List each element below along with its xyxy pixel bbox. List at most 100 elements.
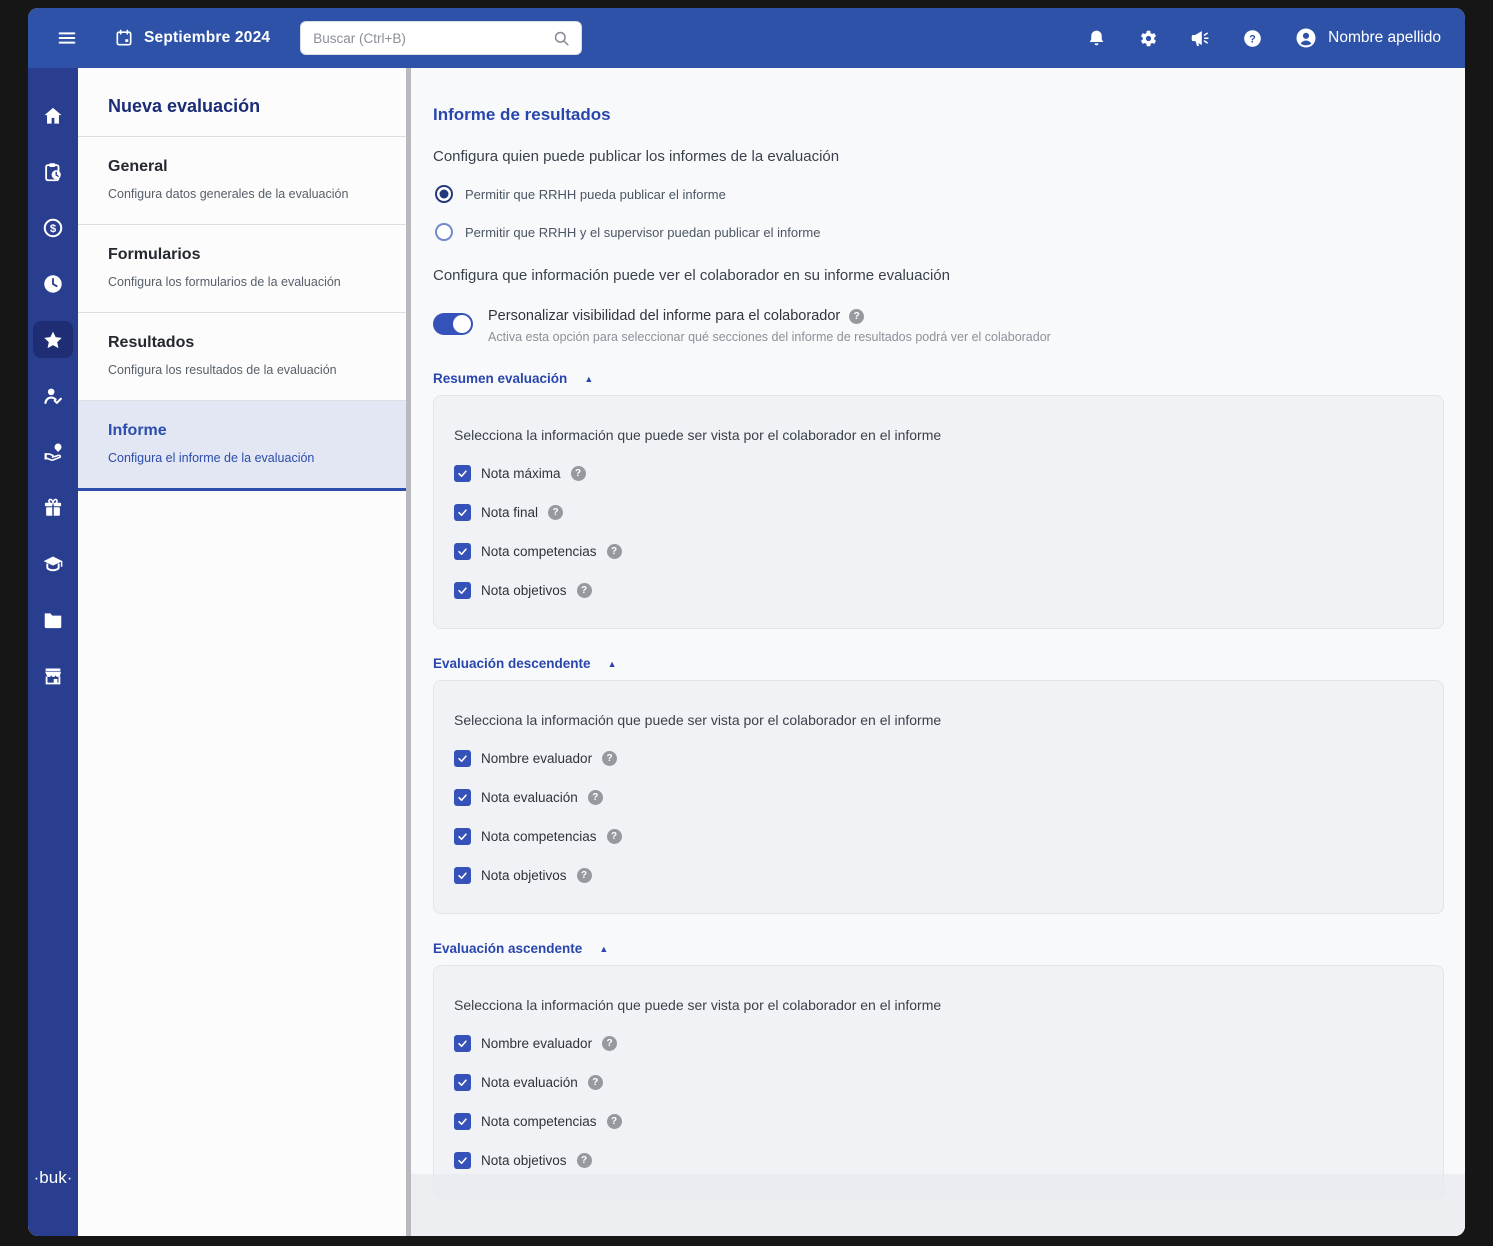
sidebar-item-folder[interactable] (33, 601, 73, 638)
help-icon[interactable]: ? (577, 868, 592, 883)
help-icon[interactable]: ? (588, 790, 603, 805)
star-icon (42, 329, 64, 351)
app-body: $·buk· Nueva evaluación GeneralConfigura… (28, 68, 1465, 1236)
calendar-icon (114, 28, 134, 48)
hamburger-menu-icon[interactable] (56, 27, 78, 49)
help-icon[interactable]: ? (602, 751, 617, 766)
checkbox-nota-competencias[interactable] (454, 828, 471, 845)
nav-item-label: Formularios (108, 246, 382, 264)
help-icon[interactable]: ? (1242, 28, 1263, 49)
section-title: Resumen evaluación (433, 371, 567, 386)
help-icon[interactable]: ? (577, 583, 592, 598)
checkbox-label: Nota competencias (481, 829, 597, 844)
bell-icon[interactable] (1086, 28, 1107, 49)
radio-unselected[interactable] (435, 223, 453, 241)
visibility-toggle-row: Personalizar visibilidad del informe par… (433, 308, 1444, 344)
checkbox-nota-objetivos[interactable] (454, 1152, 471, 1169)
nav-item-resultados[interactable]: ResultadosConfigura los resultados de la… (78, 312, 406, 400)
home-icon (42, 105, 64, 127)
sidebar-item-hand-heart[interactable] (33, 433, 73, 470)
sidebar-item-gift[interactable] (33, 489, 73, 526)
checkbox-label: Nota evaluación (481, 790, 578, 805)
hand-heart-icon (42, 441, 64, 463)
nav-item-label: General (108, 158, 382, 176)
sidebar-item-dollar-coin[interactable]: $ (33, 209, 73, 246)
radio-label: Permitir que RRHH pueda publicar el info… (465, 187, 726, 202)
checkbox-label: Nota evaluación (481, 1075, 578, 1090)
sidebar-item-home[interactable] (33, 97, 73, 134)
help-icon[interactable]: ? (571, 466, 586, 481)
topbar: Septiembre 2024 Buscar (Ctrl+B) ? Nombre… (28, 8, 1465, 68)
checkbox-nota-final[interactable] (454, 504, 471, 521)
period-selector[interactable]: Septiembre 2024 (114, 28, 270, 48)
check-row-nota-objetivos: Nota objetivos? (454, 867, 1423, 884)
sidebar-item-clipboard-clock[interactable] (33, 153, 73, 190)
help-icon[interactable]: ? (607, 544, 622, 559)
avatar-icon (1294, 26, 1318, 50)
gear-icon[interactable] (1138, 28, 1159, 49)
sidebar-item-star[interactable] (33, 321, 73, 358)
collapse-caret-icon[interactable]: ▲ (584, 374, 593, 384)
sidebar-item-storefront[interactable] (33, 657, 73, 694)
help-icon[interactable]: ? (588, 1075, 603, 1090)
checkbox-label: Nota competencias (481, 544, 597, 559)
sidebar-item-person-check[interactable] (33, 377, 73, 414)
check-row-nombre-evaluador: Nombre evaluador? (454, 750, 1423, 767)
checkbox-nota-objetivos[interactable] (454, 582, 471, 599)
nav-item-informe[interactable]: InformeConfigura el informe de la evalua… (78, 400, 406, 491)
checkbox-nota-maxima[interactable] (454, 465, 471, 482)
check-row-nombre-evaluador: Nombre evaluador? (454, 1035, 1423, 1052)
toggle-label: Personalizar visibilidad del informe par… (488, 308, 840, 324)
nav-item-general[interactable]: General Configura datos generales de la e… (78, 136, 406, 224)
gift-icon (42, 497, 64, 519)
radio-option-permitir-que-rrhh-pueda-publicar-el-info[interactable]: Permitir que RRHH pueda publicar el info… (435, 185, 1444, 203)
checkbox-nota-competencias[interactable] (454, 543, 471, 560)
collapse-caret-icon[interactable]: ▲ (599, 944, 608, 954)
checkbox-label: Nota objetivos (481, 868, 567, 883)
checkbox-label: Nota máxima (481, 466, 561, 481)
checkbox-nombre-evaluador[interactable] (454, 750, 471, 767)
radio-option-permitir-que-rrhh-y-el-supervisor-puedan[interactable]: Permitir que RRHH y el supervisor puedan… (435, 223, 1444, 241)
checkbox-nombre-evaluador[interactable] (454, 1035, 471, 1052)
person-check-icon (42, 385, 64, 407)
topbar-actions: ? Nombre apellido (1086, 26, 1465, 50)
check-row-nota-competencias: Nota competencias? (454, 828, 1423, 845)
checkbox-nota-objetivos[interactable] (454, 867, 471, 884)
nav-item-description: Configura el informe de la evaluación (108, 451, 382, 465)
card-intro: Selecciona la información que puede ser … (454, 712, 1423, 728)
nav-item-description: Configura datos generales de la evaluaci… (108, 187, 382, 201)
check-row-nota-final: Nota final? (454, 504, 1423, 521)
publish-question: Configura quien puede publicar los infor… (433, 148, 1444, 165)
help-icon[interactable]: ? (577, 1153, 592, 1168)
user-menu[interactable]: Nombre apellido (1294, 26, 1441, 50)
help-icon[interactable]: ? (607, 1114, 622, 1129)
help-icon[interactable]: ? (548, 505, 563, 520)
checkbox-label: Nota final (481, 505, 538, 520)
radio-selected[interactable] (435, 185, 453, 203)
visibility-toggle[interactable] (433, 313, 473, 335)
sidebar-item-graduation-cap[interactable] (33, 545, 73, 582)
checkbox-label: Nota objetivos (481, 583, 567, 598)
toggle-description: Activa esta opción para seleccionar qué … (488, 330, 1051, 344)
nav-item-formularios[interactable]: FormulariosConfigura los formularios de … (78, 224, 406, 312)
help-icon[interactable]: ? (607, 829, 622, 844)
card-intro: Selecciona la información que puede ser … (454, 997, 1423, 1013)
checkbox-label: Nota competencias (481, 1114, 597, 1129)
help-icon[interactable]: ? (849, 309, 864, 324)
search-input[interactable]: Buscar (Ctrl+B) (300, 21, 582, 55)
clipboard-clock-icon (42, 161, 64, 183)
checkbox-nota-evaluacion[interactable] (454, 789, 471, 806)
check-row-nota-objetivos: Nota objetivos? (454, 1152, 1423, 1169)
check-row-nota-maxima: Nota máxima? (454, 465, 1423, 482)
visibility-question: Configura que información puede ver el c… (433, 267, 1444, 284)
clock-icon (42, 273, 64, 295)
megaphone-icon[interactable] (1190, 28, 1211, 49)
svg-text:$: $ (50, 223, 57, 235)
help-icon[interactable]: ? (602, 1036, 617, 1051)
checkbox-nota-evaluacion[interactable] (454, 1074, 471, 1091)
check-row-nota-evaluacion: Nota evaluación? (454, 1074, 1423, 1091)
sidebar-item-clock[interactable] (33, 265, 73, 302)
checkbox-nota-competencias[interactable] (454, 1113, 471, 1130)
collapse-caret-icon[interactable]: ▲ (608, 659, 617, 669)
section-header-resumen-evaluacion: Resumen evaluación ▲ (433, 371, 1444, 386)
